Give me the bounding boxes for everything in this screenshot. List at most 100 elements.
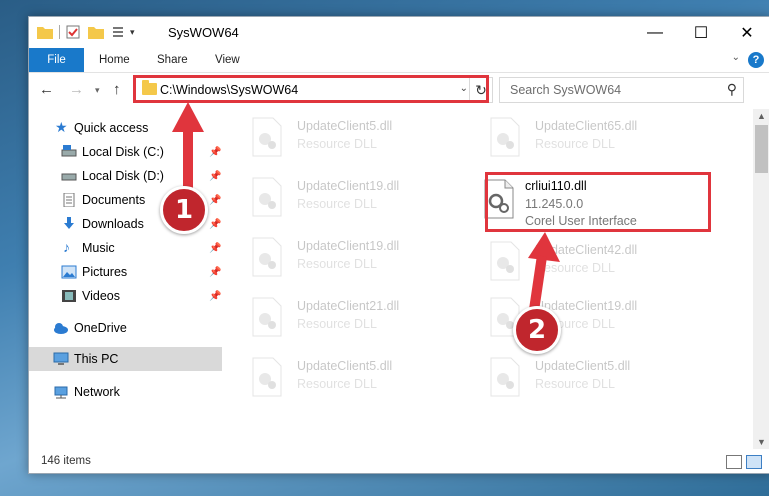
list-item[interactable]: UpdateClient21.dll Resource DLL: [229, 293, 459, 349]
separator: [59, 25, 60, 39]
pin-icon: 📌: [209, 170, 222, 182]
tab-view[interactable]: View: [215, 48, 240, 72]
forward-icon[interactable]: →: [69, 81, 84, 98]
star-icon: ★: [55, 119, 68, 135]
file-list: UpdateClient5.dll Resource DLL UpdateCli…: [229, 109, 739, 449]
properties-icon[interactable]: [66, 25, 80, 39]
file-name: UpdateClient5.dll: [297, 119, 393, 133]
sidebar-item-network[interactable]: Network: [29, 381, 222, 403]
file-description: Resource DLL: [297, 377, 377, 391]
maximize-button[interactable]: ☐: [678, 17, 724, 48]
file-description: Resource DLL: [535, 137, 615, 151]
scroll-up-icon[interactable]: ▲: [757, 111, 766, 121]
sidebar-item-local-disk-d[interactable]: Local Disk (D:) 📌: [29, 165, 222, 187]
item-count: 146 items: [41, 455, 91, 467]
vertical-scrollbar[interactable]: ▲ ▼: [753, 109, 769, 449]
quick-access-toolbar: ▾: [37, 23, 135, 41]
sidebar-item-quick-access[interactable]: ★ Quick access: [29, 117, 222, 139]
search-input[interactable]: Search SysWOW64 ⚲: [499, 77, 744, 103]
file-name: UpdateClient21.dll: [297, 299, 400, 313]
tab-home[interactable]: Home: [99, 48, 130, 72]
window-title: SysWOW64: [168, 25, 239, 40]
videos-icon: [62, 290, 76, 302]
dll-file-icon: [252, 177, 282, 217]
sidebar-item-label: Local Disk (D:): [82, 169, 164, 183]
list-item[interactable]: UpdateClient19.dll Resource DLL: [467, 293, 697, 349]
sidebar-item-label: This PC: [74, 352, 119, 366]
pictures-icon: [61, 265, 77, 279]
search-icon: ⚲: [726, 81, 737, 97]
tab-file[interactable]: File: [29, 48, 84, 72]
chevron-down-icon[interactable]: ▾: [130, 27, 135, 38]
minimize-button[interactable]: —: [632, 17, 678, 48]
close-button[interactable]: ✕: [724, 17, 769, 48]
documents-icon: [63, 193, 75, 207]
file-name: UpdateClient65.dll: [535, 119, 638, 133]
network-icon: [54, 386, 68, 399]
list-item[interactable]: UpdateClient5.dll Resource DLL: [229, 353, 459, 409]
list-item[interactable]: UpdateClient5.dll Resource DLL: [467, 353, 697, 409]
ribbon: File Home Share View ⌄ ?: [29, 48, 769, 73]
back-icon[interactable]: ←: [39, 81, 54, 98]
file-name: UpdateClient19.dll: [297, 179, 400, 193]
computer-icon: [53, 352, 69, 365]
scroll-down-icon[interactable]: ▼: [757, 437, 766, 447]
pin-icon: 📌: [209, 218, 222, 230]
file-description: Resource DLL: [535, 261, 615, 275]
tiles-view-icon[interactable]: [746, 455, 762, 469]
step-2-badge: 2: [513, 306, 561, 354]
details-view-icon[interactable]: [726, 455, 742, 469]
list-item[interactable]: UpdateClient65.dll Resource DLL: [467, 113, 697, 169]
file-description: Resource DLL: [297, 137, 377, 151]
sidebar-item-music[interactable]: ♪ Music 📌: [29, 237, 222, 259]
file-highlight: [485, 172, 711, 232]
sidebar-item-label: Local Disk (C:): [82, 145, 164, 159]
sidebar-item-videos[interactable]: Videos 📌: [29, 285, 222, 307]
sidebar-item-onedrive[interactable]: OneDrive: [29, 317, 222, 339]
recent-locations-icon[interactable]: ▾: [95, 85, 100, 96]
sidebar-item-pictures[interactable]: Pictures 📌: [29, 261, 222, 283]
close-icon: ✕: [740, 24, 754, 42]
list-item[interactable]: UpdateClient42.dll Resource DLL: [467, 237, 697, 293]
file-description: Resource DLL: [297, 257, 377, 271]
pin-icon: 📌: [209, 242, 222, 254]
sidebar-item-this-pc[interactable]: This PC: [29, 347, 222, 371]
sidebar-item-label: OneDrive: [74, 321, 127, 335]
list-item[interactable]: UpdateClient19.dll Resource DLL: [229, 173, 459, 229]
sidebar-item-label: Pictures: [82, 265, 128, 279]
sidebar-item-label: Videos: [82, 289, 120, 303]
status-bar: 146 items: [29, 449, 769, 474]
dll-file-icon: [252, 117, 282, 157]
address-bar-highlight: [133, 75, 489, 103]
dll-file-icon: [490, 241, 520, 281]
dll-file-icon: [252, 297, 282, 337]
scroll-thumb[interactable]: [755, 125, 768, 173]
list-item[interactable]: UpdateClient19.dll Resource DLL: [229, 233, 459, 289]
sidebar-item-label: Downloads: [82, 217, 144, 231]
help-icon[interactable]: ?: [748, 52, 764, 68]
file-name: UpdateClient19.dll: [297, 239, 400, 253]
pin-icon: 📌: [209, 266, 222, 278]
new-folder-icon[interactable]: [88, 25, 104, 39]
file-description: Resource DLL: [297, 197, 377, 211]
maximize-icon: ☐: [693, 24, 709, 42]
cloud-icon: [54, 323, 68, 334]
pin-icon: 📌: [209, 146, 222, 158]
dll-file-icon: [490, 117, 520, 157]
up-icon[interactable]: ↑: [113, 81, 121, 98]
search-placeholder: Search SysWOW64: [510, 83, 622, 97]
pin-icon: 📌: [209, 290, 222, 302]
drive-icon: [61, 145, 77, 157]
music-icon: ♪: [63, 239, 70, 255]
folder-icon[interactable]: [37, 25, 53, 39]
list-item[interactable]: UpdateClient5.dll Resource DLL: [229, 113, 459, 169]
tab-share[interactable]: Share: [157, 48, 188, 72]
dll-file-icon: [490, 357, 520, 397]
file-description: Resource DLL: [297, 317, 377, 331]
expand-ribbon-icon[interactable]: ⌄: [732, 52, 740, 63]
customize-icon[interactable]: [112, 25, 128, 39]
sidebar-item-label: Documents: [82, 193, 146, 207]
file-name: UpdateClient5.dll: [297, 359, 393, 373]
sidebar-item-local-disk-c[interactable]: Local Disk (C:) 📌: [29, 141, 222, 163]
minimize-icon: —: [647, 23, 663, 41]
